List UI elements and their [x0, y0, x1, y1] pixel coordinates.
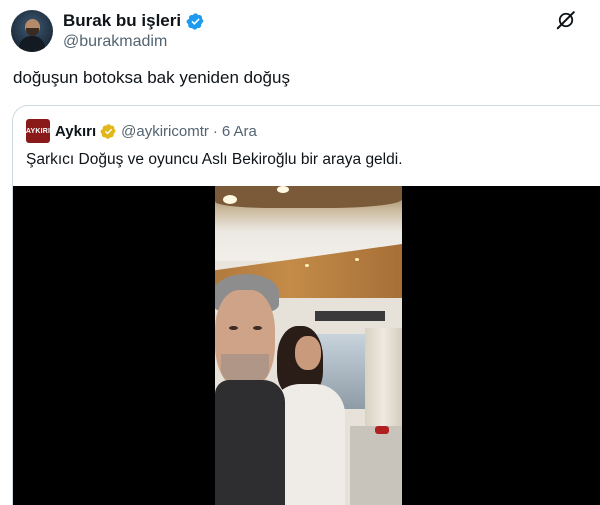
video-frame — [215, 186, 402, 505]
video-cabinet-light-1 — [305, 264, 309, 267]
video-curtain — [365, 328, 402, 438]
video-light-2 — [277, 186, 289, 193]
video-light-1 — [223, 195, 237, 204]
video-woman-face — [295, 336, 321, 370]
video-cabinet-light-2 — [355, 258, 359, 261]
author-handle[interactable]: @burakmadim — [63, 33, 205, 51]
avatar-beard — [26, 28, 39, 36]
video-ceiling-panel — [215, 186, 402, 208]
tweet-text: doğuşun botoksa bak yeniden doğuş — [13, 68, 290, 87]
video-man-sweater — [215, 380, 285, 505]
author-name-row: Burak bu işleri — [63, 10, 205, 32]
author-block: Burak bu işleri @burakmadim — [63, 10, 205, 51]
video-man-eye-right — [253, 326, 262, 330]
verified-badge-icon — [186, 12, 204, 30]
gold-verified-badge-icon — [100, 123, 116, 139]
quote-display-name[interactable]: Aykırı — [55, 123, 96, 140]
quoted-tweet-card[interactable]: AYKIRI Aykırı @aykiricomtr · 6 Ara Şarkı… — [12, 105, 600, 505]
video-shelf — [315, 311, 385, 321]
grok-icon[interactable] — [555, 9, 577, 31]
author-avatar[interactable] — [11, 10, 53, 52]
video-table — [350, 426, 402, 505]
avatar-torso — [19, 36, 45, 52]
video-man-eye-left — [229, 326, 238, 330]
quote-date[interactable]: 6 Ara — [222, 123, 257, 140]
quote-avatar[interactable]: AYKIRI — [26, 119, 50, 143]
quote-video[interactable] — [13, 186, 600, 505]
quote-separator: · — [212, 122, 218, 140]
quote-text: Şarkıcı Doğuş ve oyuncu Aslı Bekiroğlu b… — [26, 151, 403, 168]
quote-handle[interactable]: @aykiricomtr — [121, 123, 209, 140]
quote-header: AYKIRI Aykırı @aykiricomtr · 6 Ara — [26, 119, 257, 143]
video-red-object — [375, 426, 389, 434]
author-display-name[interactable]: Burak bu işleri — [63, 11, 181, 31]
